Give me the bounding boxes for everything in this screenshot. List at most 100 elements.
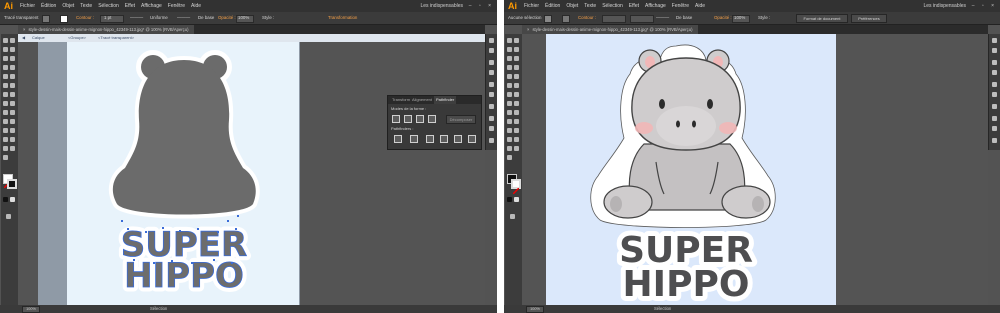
divide-icon[interactable] xyxy=(394,135,402,143)
swatches-panel-icon[interactable] xyxy=(992,82,997,87)
path-group[interactable]: <Groupe> xyxy=(68,34,86,42)
transparency-panel-icon[interactable] xyxy=(489,126,494,131)
menu-fichier[interactable]: Fichier xyxy=(524,0,539,12)
screen-mode-icon[interactable] xyxy=(6,214,11,219)
line-tool-icon[interactable] xyxy=(3,65,8,70)
line-tool-icon[interactable] xyxy=(507,65,512,70)
path-layer[interactable]: Calque xyxy=(32,34,45,42)
pencil-tool-icon[interactable] xyxy=(514,74,519,79)
stroke-swatch[interactable] xyxy=(60,15,68,23)
expand-button[interactable]: Décomposer xyxy=(446,115,476,124)
artboard-tool-icon[interactable] xyxy=(10,137,15,142)
scale-tool-icon[interactable] xyxy=(507,92,512,97)
tab-pathfinder[interactable]: Pathfinder xyxy=(434,96,457,104)
perspective-tool-icon[interactable] xyxy=(3,110,8,115)
stroke-swatch[interactable] xyxy=(562,15,570,23)
free-transform-tool-icon[interactable] xyxy=(507,101,512,106)
workspace-switcher[interactable]: Les indispensables xyxy=(923,0,966,12)
paintbrush-tool-icon[interactable] xyxy=(507,74,512,79)
opacity-value[interactable]: 100% xyxy=(238,12,249,24)
fill-swatch[interactable] xyxy=(544,15,552,23)
menu-affichage[interactable]: Affichage xyxy=(645,0,666,12)
minus-front-icon[interactable] xyxy=(404,115,412,123)
path-item[interactable]: <Tracé transparent> xyxy=(98,34,134,42)
swatches-panel-icon[interactable] xyxy=(489,82,494,87)
stroke-profile[interactable]: Uniforme xyxy=(150,12,168,24)
symbol-sprayer-tool-icon[interactable] xyxy=(10,128,15,133)
document-setup-button[interactable]: Format de document xyxy=(796,14,848,23)
menu-aide[interactable]: Aide xyxy=(191,0,201,12)
color-panel-icon[interactable] xyxy=(992,60,997,65)
eraser-tool-icon[interactable] xyxy=(507,83,512,88)
direct-selection-tool-icon[interactable] xyxy=(514,38,519,43)
symbols-panel-icon[interactable] xyxy=(489,104,494,109)
graph-tool-icon[interactable] xyxy=(3,137,8,142)
pen-tool-icon[interactable] xyxy=(3,56,8,61)
menu-fenetre[interactable]: Fenêtre xyxy=(672,0,689,12)
opacity-label[interactable]: Opacité : xyxy=(218,12,236,24)
shape-builder-tool-icon[interactable] xyxy=(514,101,519,106)
intersect-icon[interactable] xyxy=(416,115,424,123)
blend-tool-icon[interactable] xyxy=(507,128,512,133)
libraries-panel-icon[interactable] xyxy=(489,48,494,53)
lasso-tool-icon[interactable] xyxy=(10,47,15,52)
brush-definition[interactable]: De base xyxy=(676,12,692,24)
menu-edition[interactable]: Édition xyxy=(41,0,56,12)
perspective-tool-icon[interactable] xyxy=(507,110,512,115)
hand-tool-icon[interactable] xyxy=(514,146,519,151)
graph-tool-icon[interactable] xyxy=(507,137,512,142)
menu-objet[interactable]: Objet xyxy=(566,0,578,12)
menu-selection[interactable]: Sélection xyxy=(98,0,119,12)
shape-builder-tool-icon[interactable] xyxy=(10,101,15,106)
color-guide-panel-icon[interactable] xyxy=(489,70,494,75)
color-mode-icon[interactable] xyxy=(3,197,8,202)
preferences-button[interactable]: Préférences xyxy=(851,14,887,23)
back-arrow-icon[interactable]: ◀ xyxy=(22,34,25,42)
symbols-panel-icon[interactable] xyxy=(992,104,997,109)
menu-aide[interactable]: Aide xyxy=(695,0,705,12)
window-controls[interactable]: – ▫ × xyxy=(972,0,997,12)
symbol-sprayer-tool-icon[interactable] xyxy=(514,128,519,133)
artboard-tool-icon[interactable] xyxy=(514,137,519,142)
stroke-panel-icon[interactable] xyxy=(992,116,997,121)
type-tool-icon[interactable] xyxy=(514,56,519,61)
none-color-icon[interactable] xyxy=(10,197,15,202)
opacity-value[interactable]: 100% xyxy=(734,12,745,24)
direct-selection-tool-icon[interactable] xyxy=(10,38,15,43)
canvas[interactable]: SUPER HIPPO SUPER HIPPO xyxy=(18,34,485,305)
color-panel-icon[interactable] xyxy=(489,60,494,65)
opacity-label[interactable]: Opacité : xyxy=(714,12,732,24)
magic-wand-tool-icon[interactable] xyxy=(3,47,8,52)
transparency-panel-icon[interactable] xyxy=(992,126,997,131)
brushes-panel-icon[interactable] xyxy=(489,92,494,97)
merge-icon[interactable] xyxy=(426,135,434,143)
status-text[interactable]: Sélection xyxy=(654,305,671,313)
eraser-tool-icon[interactable] xyxy=(3,83,8,88)
document-tab[interactable]: × style-dessin-mais-dessin-anime-mignon-h… xyxy=(18,25,194,34)
menu-effet[interactable]: Effet xyxy=(125,0,135,12)
rectangle-tool-icon[interactable] xyxy=(10,65,15,70)
hippo-text-selected[interactable]: HIPPO xyxy=(124,256,245,297)
selection-tool-icon[interactable] xyxy=(507,38,512,43)
color-guide-panel-icon[interactable] xyxy=(992,70,997,75)
exclude-icon[interactable] xyxy=(428,115,436,123)
zoom-tool-icon[interactable] xyxy=(3,155,8,160)
menu-fenetre[interactable]: Fenêtre xyxy=(168,0,185,12)
libraries-panel-icon[interactable] xyxy=(992,48,997,53)
slice-tool-icon[interactable] xyxy=(507,146,512,151)
transform-link[interactable]: Transformation xyxy=(328,12,357,24)
menu-texte[interactable]: Texte xyxy=(80,0,92,12)
appearance-panel-icon[interactable] xyxy=(992,138,997,143)
close-tab-icon[interactable]: × xyxy=(527,27,529,32)
stroke-color-icon[interactable] xyxy=(7,179,17,189)
brush-definition[interactable]: De base xyxy=(198,12,214,24)
status-text[interactable]: Sélection xyxy=(150,305,167,313)
rectangle-tool-icon[interactable] xyxy=(514,65,519,70)
layers-panel-icon[interactable] xyxy=(489,38,494,43)
none-color-icon[interactable] xyxy=(514,197,519,202)
menu-effet[interactable]: Effet xyxy=(629,0,639,12)
trim-icon[interactable] xyxy=(410,135,418,143)
width-tool-icon[interactable] xyxy=(514,92,519,97)
outline-icon[interactable] xyxy=(454,135,462,143)
rotate-tool-icon[interactable] xyxy=(10,83,15,88)
